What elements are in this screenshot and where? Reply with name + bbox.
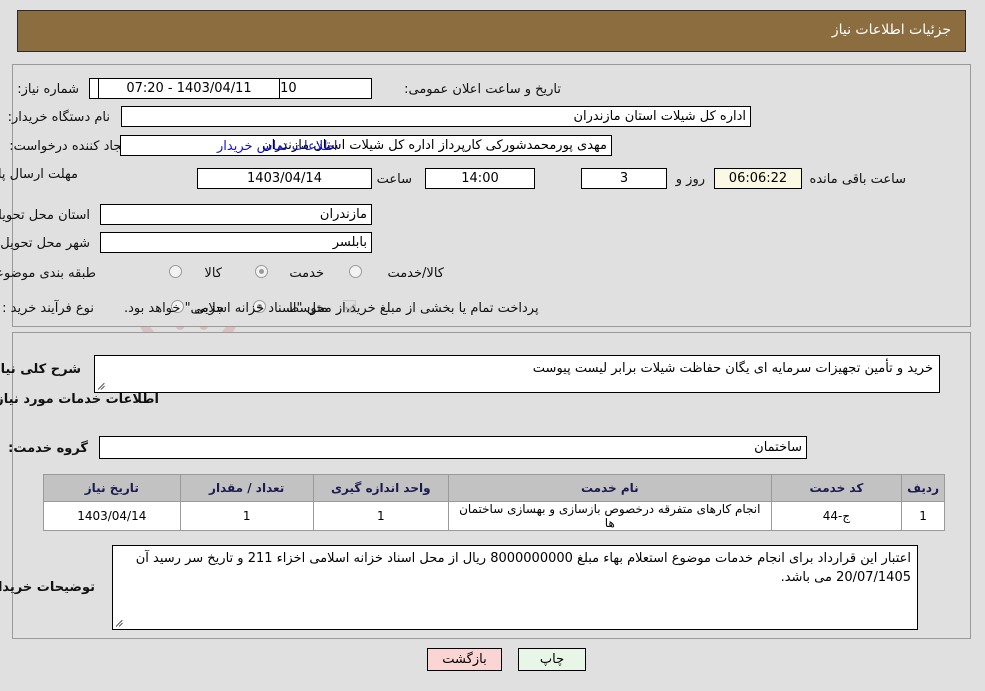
print-button[interactable]: چاپ	[519, 648, 587, 671]
radio-category-khedmat-label: خدمت	[290, 266, 325, 281]
cell-unit: 1	[313, 501, 450, 531]
treasury-note: پرداخت تمام یا بخشی از مبلغ خرید،از محل …	[125, 301, 540, 316]
process-label: نوع فرآیند خرید :	[3, 301, 95, 316]
province-value: مازندران	[101, 204, 373, 225]
col-row-no: ردیف	[902, 474, 946, 502]
buyer-org-value: اداره کل شیلات استان مازندران	[122, 106, 752, 127]
requester-value: مهدی پورمحمدشورکی کارپرداز اداره کل شیلا…	[121, 135, 613, 156]
days-remaining-value: 3	[582, 168, 668, 189]
remaining-suffix-label: ساعت باقی مانده	[810, 172, 907, 187]
buyer-contact-link[interactable]: اطلاعات تماس خریدار	[218, 139, 338, 154]
radio-category-khedmat[interactable]	[256, 265, 269, 278]
resize-grip-icon[interactable]	[98, 381, 108, 391]
resize-grip-icon[interactable]	[116, 618, 126, 628]
cell-quantity: 1	[180, 501, 315, 531]
countdown-timer: 06:06:22	[715, 168, 803, 189]
table-row: 1 ج-44 انجام کارهای متفرقه درخصوص بازساز…	[44, 501, 946, 531]
col-unit: واحد اندازه گیری	[313, 474, 450, 502]
need-summary-text: خرید و تأمین تجهیزات سرمایه ای یگان حفاظ…	[533, 361, 934, 376]
cell-need-date: 1403/04/14	[44, 501, 182, 531]
buyer-notes-text: اعتبار این قرارداد برای انجام خدمات موضو…	[136, 551, 912, 585]
days-word-label: روز و	[676, 172, 706, 187]
services-table: ردیف کد خدمت نام خدمت واحد اندازه گیری ت…	[44, 474, 946, 531]
buyer-notes-textarea[interactable]: اعتبار این قرارداد برای انجام خدمات موضو…	[113, 545, 919, 630]
buyer-notes-label: توضیحات خریدار:	[0, 580, 96, 595]
radio-category-kala[interactable]	[170, 265, 183, 278]
deadline-label: مهلت ارسال پاسخ: تا تاریخ:	[0, 167, 79, 182]
province-label: استان محل تحویل:	[0, 208, 91, 223]
city-label: شهر محل تحویل:	[0, 236, 91, 251]
col-service-code: کد خدمت	[771, 474, 904, 502]
radio-category-kala-khedmat[interactable]	[350, 265, 363, 278]
service-group-label: گروه خدمت:	[9, 441, 89, 456]
need-summary-textarea[interactable]: خرید و تأمین تجهیزات سرمایه ای یگان حفاظ…	[95, 355, 941, 393]
radio-category-kala-khedmat-label: کالا/خدمت	[388, 266, 445, 281]
services-heading: اطلاعات خدمات مورد نیاز	[0, 392, 160, 407]
page-title: جزئیات اطلاعات نیاز	[832, 22, 952, 38]
radio-category-kala-label: کالا	[205, 266, 223, 281]
deadline-hour-label: ساعت	[377, 172, 413, 187]
requester-label: ایجاد کننده درخواست:	[10, 139, 130, 154]
col-quantity: تعداد / مقدار	[180, 474, 315, 502]
cell-service-code: ج-44	[771, 501, 904, 531]
deadline-date-value: 1403/04/14	[198, 168, 373, 189]
cell-service-name: انجام کارهای متفرقه درخصوص بازسازی و بهس…	[448, 501, 773, 531]
table-header-row: ردیف کد خدمت نام خدمت واحد اندازه گیری ت…	[44, 474, 946, 502]
need-summary-label: شرح کلی نیاز:	[0, 362, 82, 377]
need-number-label: شماره نیاز:	[18, 82, 80, 97]
col-need-date: تاریخ نیاز	[44, 474, 182, 502]
city-value: بابلسر	[101, 232, 373, 253]
category-label: طبقه بندی موضوعی:	[0, 266, 97, 281]
col-service-name: نام خدمت	[448, 474, 773, 502]
public-announce-label: تاریخ و ساعت اعلان عمومی:	[405, 82, 562, 97]
deadline-label-line1: مهلت ارسال پاسخ: تا تاریخ:	[0, 167, 79, 182]
need-details-panel	[13, 64, 972, 327]
service-group-value: ساختمان	[100, 436, 808, 459]
deadline-time-value: 14:00	[426, 168, 536, 189]
back-button[interactable]: بازگشت	[428, 648, 503, 671]
cell-row-no: 1	[902, 501, 946, 531]
page-header: جزئیات اطلاعات نیاز	[18, 10, 967, 52]
buyer-org-label: نام دستگاه خریدار:	[8, 110, 111, 125]
public-announce-value: 1403/04/11 - 07:20	[99, 78, 281, 99]
